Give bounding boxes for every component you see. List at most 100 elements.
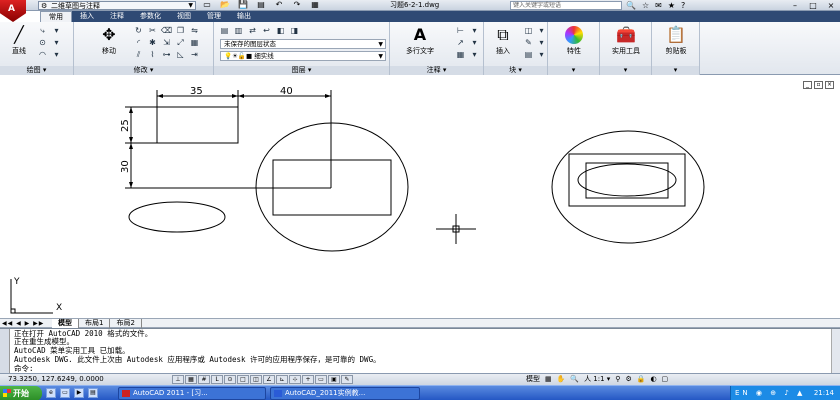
help-icon[interactable]: ? <box>681 0 685 11</box>
dyn-toggle[interactable]: ⊹ <box>289 375 301 384</box>
layer-match-icon[interactable]: ⇄ <box>246 25 259 36</box>
ellipse-left[interactable] <box>128 201 226 233</box>
workspace-switch-icon[interactable]: ⚙ <box>625 374 631 385</box>
fillet-icon[interactable]: ◜ <box>132 37 145 48</box>
create-block-icon[interactable]: ◫ <box>522 25 535 36</box>
rotate-icon[interactable]: ↻ <box>132 25 145 36</box>
tab-insert[interactable]: 插入 <box>72 11 102 22</box>
binoculars-icon[interactable]: 🔍 <box>626 0 636 11</box>
tab-annotate[interactable]: 注释 <box>102 11 132 22</box>
app-logo[interactable]: A <box>0 0 26 22</box>
print-icon[interactable]: ▤ <box>254 0 268 11</box>
line-button[interactable]: ╱ 直线 <box>2 26 36 56</box>
array-icon[interactable]: ▦ <box>188 37 201 48</box>
multiline-text-button[interactable]: A 多行文字 <box>398 26 442 56</box>
dropdown-icon[interactable]: ▾ <box>535 37 548 48</box>
minimize-button[interactable]: – <box>786 0 804 11</box>
layer-off-icon[interactable]: ◨ <box>288 25 301 36</box>
ortho-toggle[interactable]: L <box>211 375 223 384</box>
utilities-button[interactable]: 🧰 实用工具 <box>602 26 650 56</box>
tab-home[interactable]: 常用 <box>40 11 72 22</box>
dropdown-icon[interactable]: ▾ <box>535 25 548 36</box>
tab-layout1[interactable]: 布局1 <box>79 319 111 328</box>
dropdown-icon[interactable]: ▾ <box>468 25 481 36</box>
join-icon[interactable]: ⊶ <box>160 49 173 60</box>
browser-icon[interactable]: e <box>46 388 56 398</box>
properties-panel-title[interactable]: ▾ <box>548 66 599 75</box>
close-button[interactable]: × <box>822 0 840 11</box>
stretch-icon[interactable]: ⇲ <box>160 37 173 48</box>
tab-manage[interactable]: 管理 <box>199 11 229 22</box>
3d-osnap-toggle[interactable]: ◫ <box>250 375 262 384</box>
break-icon[interactable]: ⌇ <box>146 49 159 60</box>
maximize-button[interactable]: □ <box>804 0 822 11</box>
copy-icon[interactable]: ❐ <box>174 25 187 36</box>
new-icon[interactable]: ▭ <box>200 0 214 11</box>
layer-previous-icon[interactable]: ↩ <box>260 25 273 36</box>
clean-screen-icon[interactable]: ▢ <box>662 374 669 385</box>
trim-icon[interactable]: ✂ <box>146 25 159 36</box>
zoom-icon[interactable]: 🔍 <box>570 374 579 385</box>
layout-quickview-icon[interactable]: ▦ <box>545 374 552 385</box>
annotation-scale[interactable]: 人 1:1 ▾ <box>584 374 610 385</box>
command-prompt[interactable]: 命令: <box>14 365 34 373</box>
workspace-dropdown[interactable]: ⚙ 二维草图与注释 ▼ <box>38 1 196 10</box>
layer-state-icon[interactable]: ▥ <box>232 25 245 36</box>
folder-icon[interactable]: ▤ <box>88 388 98 398</box>
erase-icon[interactable]: ⌫ <box>160 25 173 36</box>
modify-panel-title[interactable]: 修改 ▾ <box>74 66 213 75</box>
circle-icon[interactable]: ⊙ <box>36 37 49 48</box>
table-icon[interactable]: ▦ <box>454 49 467 60</box>
offset-icon[interactable]: ⫽ <box>132 49 145 60</box>
move-button[interactable]: ✥ 移动 <box>92 26 126 56</box>
layers-panel-title[interactable]: 图层 ▾ <box>214 66 389 75</box>
layer-isolate-icon[interactable]: ◧ <box>274 25 287 36</box>
taskbar-button-document[interactable]: AutoCAD_2011实例教... <box>270 387 420 400</box>
dropdown-icon[interactable]: ▾ <box>468 49 481 60</box>
edit-block-icon[interactable]: ✎ <box>522 37 535 48</box>
snap-toggle[interactable]: ▦ <box>185 375 197 384</box>
isolate-icon[interactable]: ◐ <box>650 374 656 385</box>
taskbar-button-autocad[interactable]: AutoCAD 2011 - [习... <box>118 387 266 400</box>
annotation-visibility-icon[interactable]: ⚲ <box>615 374 620 385</box>
clipboard-button[interactable]: 📋 剪贴板 <box>656 26 696 56</box>
media-icon[interactable]: ▶ <box>74 388 84 398</box>
dropdown-icon[interactable]: ▾ <box>535 49 548 60</box>
ellipse-right[interactable] <box>577 163 677 197</box>
ducs-toggle[interactable]: ⊾ <box>276 375 288 384</box>
dropdown-icon[interactable]: ▾ <box>50 25 63 36</box>
grid-toggle[interactable]: # <box>198 375 210 384</box>
tray-icons[interactable]: EN ◉ ⊕ ♪ ▲ <box>735 386 805 400</box>
plot-icon[interactable]: ▦ <box>308 0 322 11</box>
utilities-panel-title[interactable]: ▾ <box>600 66 651 75</box>
communication-icon[interactable]: ✉ <box>655 0 662 11</box>
tab-output[interactable]: 输出 <box>229 11 259 22</box>
attribute-icon[interactable]: ▤ <box>522 49 535 60</box>
explode-icon[interactable]: ✱ <box>146 37 159 48</box>
qp-toggle[interactable]: ▣ <box>328 375 340 384</box>
insert-button[interactable]: ⧉ 插入 <box>486 26 520 56</box>
model-button[interactable]: 模型 <box>526 374 540 385</box>
dropdown-icon[interactable]: ▾ <box>50 37 63 48</box>
mirror-icon[interactable]: ⇋ <box>188 25 201 36</box>
chamfer-icon[interactable]: ◺ <box>174 49 187 60</box>
otrack-toggle[interactable]: ∠ <box>263 375 275 384</box>
polyline-icon[interactable]: ⤷ <box>36 25 49 36</box>
layer-state-combo[interactable]: 未保存的图层状态 ▼ <box>220 39 386 49</box>
layer-properties-icon[interactable]: ▤ <box>218 25 231 36</box>
clock[interactable]: 21:14 <box>814 386 834 400</box>
undo-icon[interactable]: ↶ <box>272 0 286 11</box>
tab-view[interactable]: 视图 <box>169 11 199 22</box>
search-input[interactable]: 键入关键字或短语 <box>510 1 622 10</box>
tab-model[interactable]: 模型 <box>52 319 79 328</box>
clipboard-panel-title[interactable]: ▾ <box>652 66 699 75</box>
layer-combo[interactable]: 💡☀🔓■ 细实线 ▼ <box>220 51 386 61</box>
start-button[interactable]: 开始 <box>0 386 42 400</box>
desktop-icon[interactable]: ▭ <box>60 388 70 398</box>
circle-middle[interactable] <box>255 122 409 252</box>
circle-right[interactable] <box>551 130 705 244</box>
layout-nav-arrows[interactable]: ◀◀ ◀ ▶ ▶▶ <box>2 319 44 328</box>
extend-icon[interactable]: ⇥ <box>188 49 201 60</box>
subscription-icon[interactable]: ☆ <box>642 0 649 11</box>
command-window-grip[interactable] <box>0 329 10 373</box>
